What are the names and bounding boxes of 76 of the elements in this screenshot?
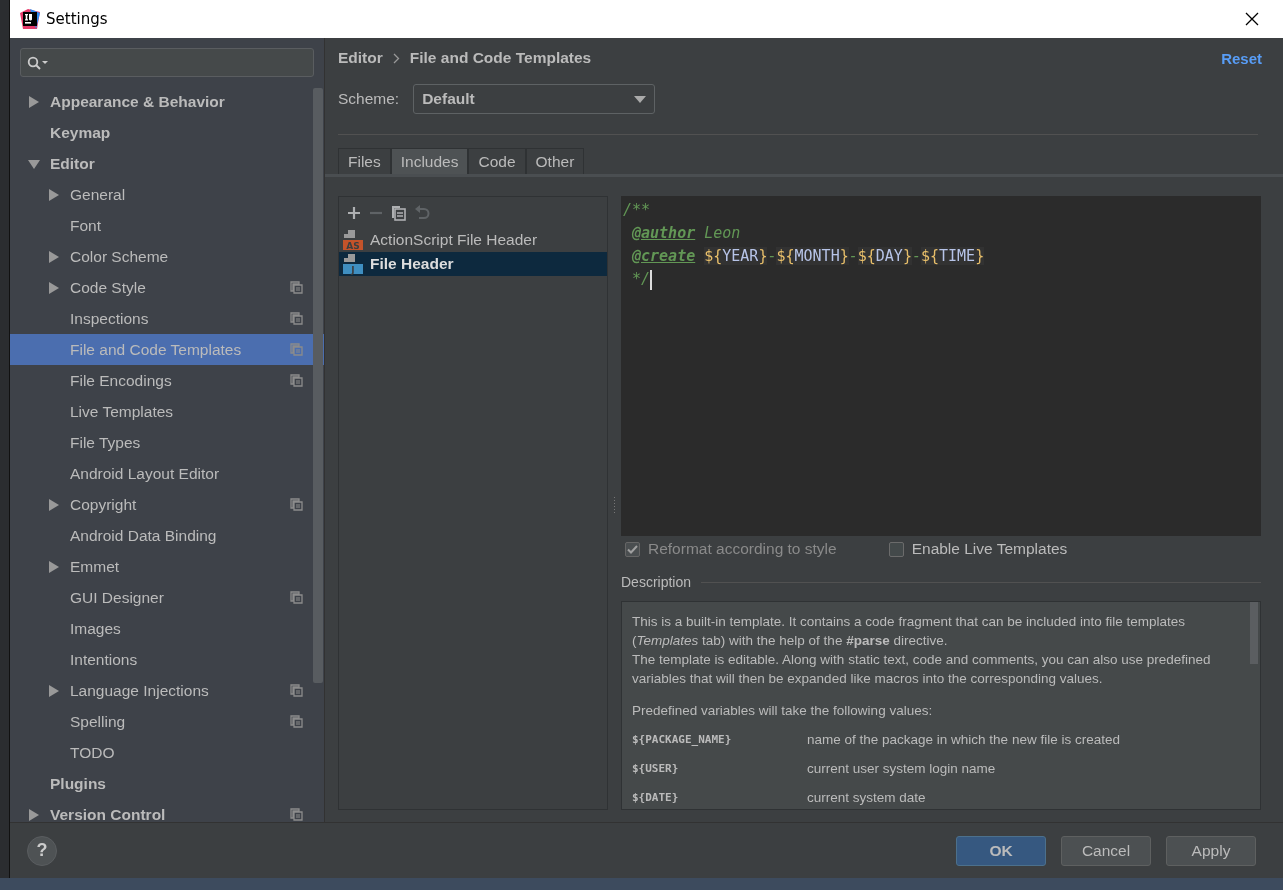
expanded-arrow-icon[interactable] xyxy=(28,157,40,170)
tree-item[interactable]: Intentions xyxy=(10,644,324,675)
tree-item[interactable]: Plugins xyxy=(10,768,324,799)
collapsed-arrow-icon[interactable] xyxy=(48,281,60,294)
collapsed-arrow-icon[interactable] xyxy=(28,808,40,821)
tree-item[interactable]: TODO xyxy=(10,737,324,768)
copy-icon[interactable] xyxy=(391,204,406,221)
collapsed-arrow-icon[interactable] xyxy=(48,250,60,263)
window-title: Settings xyxy=(46,10,109,28)
chevron-icon xyxy=(392,52,400,64)
tree-item[interactable]: Code Style xyxy=(10,272,324,303)
tab[interactable]: Other xyxy=(525,148,585,174)
tab[interactable]: Includes xyxy=(390,148,469,174)
breadcrumb-item: File and Code Templates xyxy=(409,49,592,67)
dialog-button[interactable]: Apply xyxy=(1166,835,1256,866)
code-line: /** xyxy=(623,200,652,221)
scrollbar-thumb[interactable] xyxy=(1250,602,1258,664)
collapsed-arrow-icon[interactable] xyxy=(28,95,40,108)
section-heading: Description xyxy=(621,574,692,590)
tree-item[interactable]: Android Layout Editor xyxy=(10,458,324,489)
tree-item[interactable]: General xyxy=(10,179,324,210)
checkbox-box[interactable] xyxy=(888,541,904,557)
tree-item[interactable]: GUI Designer xyxy=(10,582,324,613)
tree-item[interactable]: Emmet xyxy=(10,551,324,582)
tree-item[interactable]: Font xyxy=(10,210,324,241)
collapsed-arrow-icon[interactable] xyxy=(48,684,60,697)
tree-item[interactable]: Copyright xyxy=(10,489,324,520)
tree-item[interactable]: Language Injections xyxy=(10,675,324,706)
dialog-button[interactable]: OK xyxy=(956,835,1046,866)
tree-item[interactable]: Keymap xyxy=(10,117,324,148)
variable-name: ${PACKAGE_NAME} xyxy=(632,732,733,748)
checkbox[interactable]: Enable Live Templates xyxy=(888,540,1068,558)
description-text: Predefined variables will take the following values: xyxy=(632,702,934,720)
dropdown-arrow-icon xyxy=(634,95,647,103)
tree-item[interactable]: Spelling xyxy=(10,706,324,737)
code-line: */ xyxy=(631,268,654,291)
tree-item[interactable]: Appearance & Behavior xyxy=(10,86,324,117)
tree-item[interactable]: File and Code Templates xyxy=(10,334,324,365)
help-button[interactable]: ? xyxy=(27,835,57,866)
reset-link[interactable]: Reset xyxy=(1221,49,1262,67)
splitter-handle[interactable] xyxy=(613,496,616,514)
variable-name: ${DATE} xyxy=(632,790,680,806)
variable-description: current system date xyxy=(807,789,926,807)
search-field[interactable] xyxy=(20,48,314,77)
tree-item[interactable]: Android Data Binding xyxy=(10,520,324,551)
scrollbar-thumb[interactable] xyxy=(313,88,323,683)
collapsed-arrow-icon[interactable] xyxy=(48,498,60,511)
app-icon xyxy=(20,9,40,29)
tree-item[interactable]: Live Templates xyxy=(10,396,324,427)
description-text: This is a built-in template. It contains a code fragment that can be included into file templates (Templates tab) with the help of the #parse directive. xyxy=(632,613,1187,650)
tree-item[interactable]: File Encodings xyxy=(10,365,324,396)
collapsed-arrow-icon[interactable] xyxy=(48,560,60,573)
variable-name: ${USER} xyxy=(632,761,680,777)
tree-item[interactable]: Version Control xyxy=(10,799,324,822)
code-line: @create ${YEAR}-${MONTH}-${DAY}-${TIME} xyxy=(631,246,986,267)
collapsed-arrow-icon[interactable] xyxy=(48,188,60,201)
add-icon[interactable] xyxy=(347,205,361,220)
search-icon xyxy=(27,55,49,70)
template-item[interactable]: AS ActionScript File Header xyxy=(339,228,607,252)
tab[interactable]: Code xyxy=(468,148,526,174)
tab[interactable]: Files xyxy=(338,148,391,174)
close-icon[interactable] xyxy=(1245,12,1259,26)
scheme-dropdown[interactable]: Default xyxy=(413,84,656,114)
scheme-label: Scheme: xyxy=(338,90,400,108)
tree-item[interactable]: Inspections xyxy=(10,303,324,334)
variable-description: name of the package in which the new file is created xyxy=(807,731,1120,749)
variable-description: current user system login name xyxy=(807,760,996,778)
tree-item[interactable]: Editor xyxy=(10,148,324,179)
tree-item[interactable]: Images xyxy=(10,613,324,644)
code-line: @author Leon xyxy=(631,223,742,244)
tree-item[interactable]: Color Scheme xyxy=(10,241,324,272)
tree-item[interactable]: File Types xyxy=(10,427,324,458)
template-item[interactable]: J File Header xyxy=(339,252,607,276)
breadcrumb-item: Editor xyxy=(338,49,383,67)
description-text: The template is editable. Along with static text, code and comments, you can also use predefined variables that will then be expanded like macros into the corresponding values. xyxy=(632,651,1212,688)
dialog-button[interactable]: Cancel xyxy=(1061,835,1151,866)
